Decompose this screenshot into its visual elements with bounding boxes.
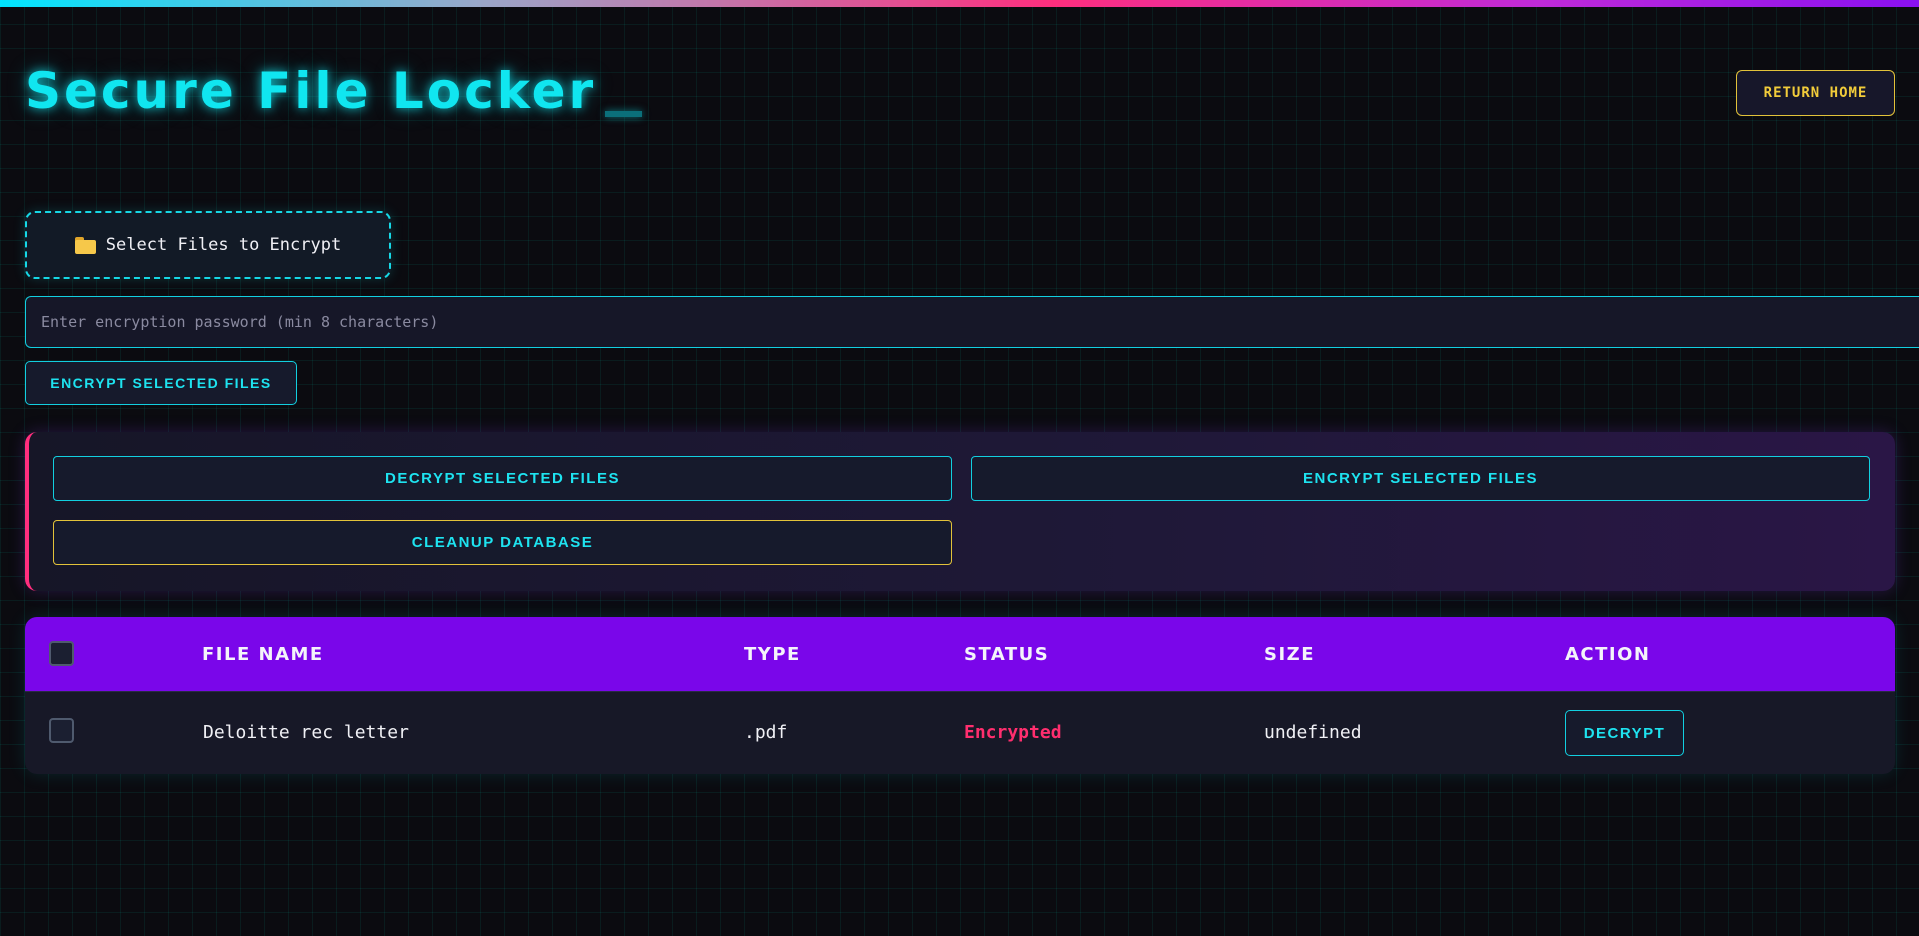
select-files-button[interactable]: Select Files to Encrypt: [25, 211, 391, 279]
password-input[interactable]: [25, 296, 1919, 348]
bulk-actions-panel: DECRYPT SELECTED FILES ENCRYPT SELECTED …: [25, 432, 1895, 591]
column-header-status: STATUS: [964, 644, 1050, 665]
page-title: Secure File Locker: [25, 62, 597, 120]
table-header: FILE NAME TYPE STATUS SIZE ACTION: [25, 617, 1895, 691]
folder-icon: [74, 236, 96, 254]
title-cursor: [605, 111, 642, 117]
column-header-size: SIZE: [1264, 644, 1316, 665]
cleanup-database-button[interactable]: CLEANUP DATABASE: [53, 520, 952, 565]
row-checkbox[interactable]: [49, 718, 74, 743]
decrypt-button[interactable]: DECRYPT: [1565, 710, 1684, 756]
return-home-button[interactable]: RETURN HOME: [1736, 70, 1895, 116]
select-files-label: Select Files to Encrypt: [105, 235, 342, 255]
decrypt-selected-button[interactable]: DECRYPT SELECTED FILES: [53, 456, 952, 501]
column-header-type: TYPE: [744, 644, 801, 665]
top-gradient-bar: [0, 0, 1919, 7]
bulk-encrypt-selected-button[interactable]: ENCRYPT SELECTED FILES: [971, 456, 1870, 501]
file-type-cell: .pdf: [744, 722, 788, 743]
file-size-cell: undefined: [1264, 722, 1362, 743]
status-badge: Encrypted: [964, 722, 1062, 743]
column-header-action: ACTION: [1565, 644, 1651, 665]
select-all-checkbox[interactable]: [49, 641, 74, 666]
table-row: Deloitte rec letter .pdf Encrypted undef…: [25, 691, 1895, 774]
file-table: FILE NAME TYPE STATUS SIZE ACTION Deloit…: [25, 617, 1895, 774]
column-header-file-name: FILE NAME: [202, 644, 324, 665]
encrypt-selected-button[interactable]: ENCRYPT SELECTED FILES: [25, 361, 297, 405]
file-name-cell: Deloitte rec letter: [203, 722, 409, 743]
